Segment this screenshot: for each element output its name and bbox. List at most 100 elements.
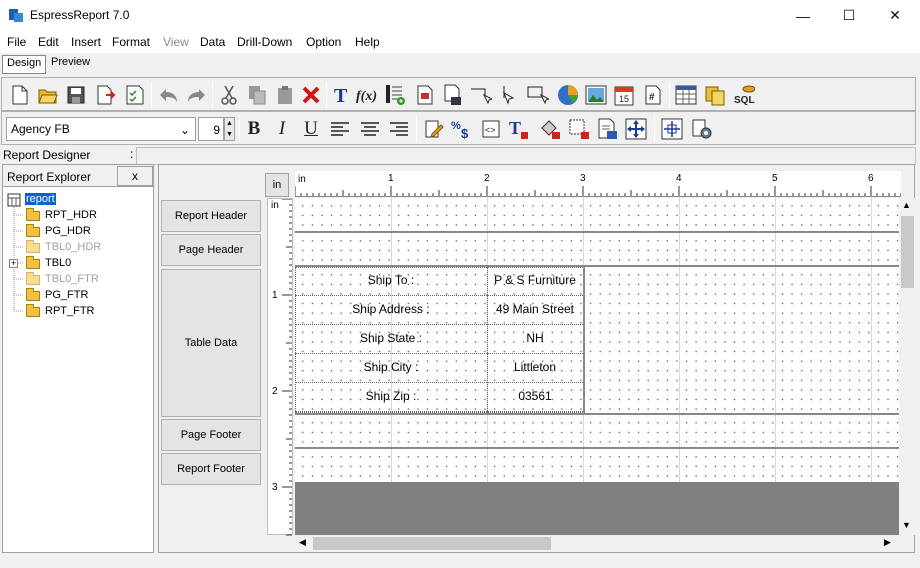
band-page-footer[interactable] xyxy=(295,415,901,447)
toolbar-separator xyxy=(212,82,213,108)
menu-drill-down[interactable]: Drill-Down xyxy=(237,35,292,49)
title-bar: EspressReport 7.0 — ☐ ✕ xyxy=(0,0,920,31)
scroll-right-icon[interactable]: ▶ xyxy=(884,537,891,548)
save-button[interactable] xyxy=(65,84,87,106)
scroll-left-icon[interactable]: ◀ xyxy=(299,537,306,548)
folder-icon xyxy=(26,272,40,285)
font-family-select[interactable]: Agency FB ⌄ xyxy=(6,117,196,141)
minimize-button[interactable]: — xyxy=(780,0,826,31)
italic-button[interactable]: I xyxy=(271,118,293,140)
section-page-footer-button[interactable]: Page Footer xyxy=(161,419,261,451)
table-properties-button[interactable] xyxy=(675,84,697,106)
undo-button[interactable] xyxy=(158,84,180,106)
settings-button[interactable] xyxy=(691,118,713,140)
text-color-button[interactable]: T xyxy=(508,118,530,140)
align-objects-button[interactable] xyxy=(661,118,683,140)
table-value-cell[interactable]: Littleton xyxy=(487,354,583,383)
insert-formula-button[interactable]: f(x) xyxy=(356,84,378,106)
insert-rectangle-button[interactable] xyxy=(527,84,549,106)
delete-button[interactable] xyxy=(300,84,322,106)
band-page-header[interactable] xyxy=(295,233,901,265)
section-report-footer-button[interactable]: Report Footer xyxy=(161,453,261,485)
checklist-button[interactable] xyxy=(124,84,146,106)
html-tag-button[interactable]: <> xyxy=(480,118,502,140)
horizontal-scrollbar[interactable]: ◀ ▶ xyxy=(295,535,899,552)
page-setup-button[interactable] xyxy=(597,118,619,140)
ruler-unit-button[interactable]: in xyxy=(265,173,289,197)
report-explorer-panel: Report Explorer x report RPT_HDR PG_HDR … xyxy=(2,164,154,553)
fill-color-button[interactable] xyxy=(539,118,561,140)
open-button[interactable] xyxy=(37,84,59,106)
menu-insert[interactable]: Insert xyxy=(71,35,101,49)
section-page-header-button[interactable]: Page Header xyxy=(161,234,261,266)
report-designer-bar: Report Designer : xyxy=(0,146,920,165)
expand-icon[interactable]: + xyxy=(9,259,18,268)
insert-text-button[interactable]: T xyxy=(330,84,352,106)
table-value-cell[interactable]: 49 Main Street xyxy=(487,296,583,325)
edit-properties-button[interactable] xyxy=(423,118,445,140)
scroll-up-icon[interactable]: ▲ xyxy=(902,200,911,210)
menu-file[interactable]: File xyxy=(7,35,26,49)
subreport-icon xyxy=(417,85,433,105)
tab-design[interactable]: Design xyxy=(2,55,47,74)
maximize-button[interactable]: ☐ xyxy=(826,0,872,31)
toolbar-separator xyxy=(326,82,327,108)
insert-line-button[interactable] xyxy=(470,84,492,106)
border-color-button[interactable] xyxy=(568,118,590,140)
currency-format-icon: % $ xyxy=(451,120,469,140)
insert-image-button[interactable] xyxy=(585,84,607,106)
align-center-button[interactable] xyxy=(359,118,381,140)
insert-page-number-button[interactable]: # xyxy=(642,84,664,106)
close-explorer-button[interactable]: x xyxy=(117,166,153,186)
align-right-button[interactable] xyxy=(388,118,410,140)
bold-button[interactable]: B xyxy=(243,118,265,140)
vertical-scroll-thumb[interactable] xyxy=(901,216,914,288)
cut-button[interactable] xyxy=(218,84,240,106)
insert-subreport-button[interactable] xyxy=(414,84,436,106)
table-value-cell[interactable]: NH xyxy=(487,325,583,354)
insert-document-button[interactable] xyxy=(442,84,464,106)
section-report-header-button[interactable]: Report Header xyxy=(161,200,261,232)
vertical-scrollbar[interactable]: ▲ ▼ xyxy=(899,198,915,535)
menu-help[interactable]: Help xyxy=(355,35,380,49)
menu-data[interactable]: Data xyxy=(200,35,225,49)
menu-option[interactable]: Option xyxy=(306,35,341,49)
table-label-cell[interactable]: Ship City : xyxy=(295,354,487,383)
section-table-data-button[interactable]: Table Data xyxy=(161,269,261,417)
align-left-button[interactable] xyxy=(329,118,351,140)
redo-button[interactable] xyxy=(185,84,207,106)
table-value-cell[interactable]: P & S Furniture xyxy=(487,267,583,296)
table-value-cell[interactable]: 03561 xyxy=(487,383,583,412)
pointer-button[interactable] xyxy=(498,84,520,106)
move-button[interactable] xyxy=(625,118,647,140)
copy-button[interactable] xyxy=(246,84,268,106)
horizontal-scroll-thumb[interactable] xyxy=(313,537,551,550)
font-size-stepper[interactable]: ▲ ▼ xyxy=(224,117,235,141)
insert-date-button[interactable]: 15 xyxy=(613,84,635,106)
scroll-down-icon[interactable]: ▼ xyxy=(902,520,911,530)
insert-column-button[interactable] xyxy=(384,84,406,106)
table-label-cell[interactable]: Ship Zip : xyxy=(295,383,487,412)
database-button[interactable] xyxy=(704,84,726,106)
paste-button[interactable] xyxy=(274,84,296,106)
report-design-grid[interactable]: Ship To : P & S Furniture Ship Address :… xyxy=(295,198,901,482)
number-format-button[interactable]: % $ xyxy=(451,118,473,140)
table-label-cell[interactable]: Ship State : xyxy=(295,325,487,354)
new-report-button[interactable] xyxy=(9,84,31,106)
close-window-button[interactable]: ✕ xyxy=(872,0,918,31)
insert-chart-button[interactable] xyxy=(557,84,579,106)
table-label-cell[interactable]: Ship To : xyxy=(295,267,487,296)
svg-text:f(x): f(x) xyxy=(356,89,377,104)
menu-edit[interactable]: Edit xyxy=(38,35,59,49)
tab-preview[interactable]: Preview xyxy=(47,55,94,74)
font-size-field[interactable]: 9 xyxy=(198,117,224,141)
underline-button[interactable]: U xyxy=(300,118,322,140)
sql-button[interactable]: SQL xyxy=(733,84,755,106)
band-report-header[interactable] xyxy=(295,198,901,231)
report-designer-label: Report Designer xyxy=(3,148,91,162)
export-button[interactable] xyxy=(95,84,117,106)
menu-view[interactable]: View xyxy=(163,35,189,49)
table-label-cell[interactable]: Ship Address : xyxy=(295,296,487,325)
band-report-footer[interactable] xyxy=(295,449,901,482)
menu-format[interactable]: Format xyxy=(112,35,150,49)
